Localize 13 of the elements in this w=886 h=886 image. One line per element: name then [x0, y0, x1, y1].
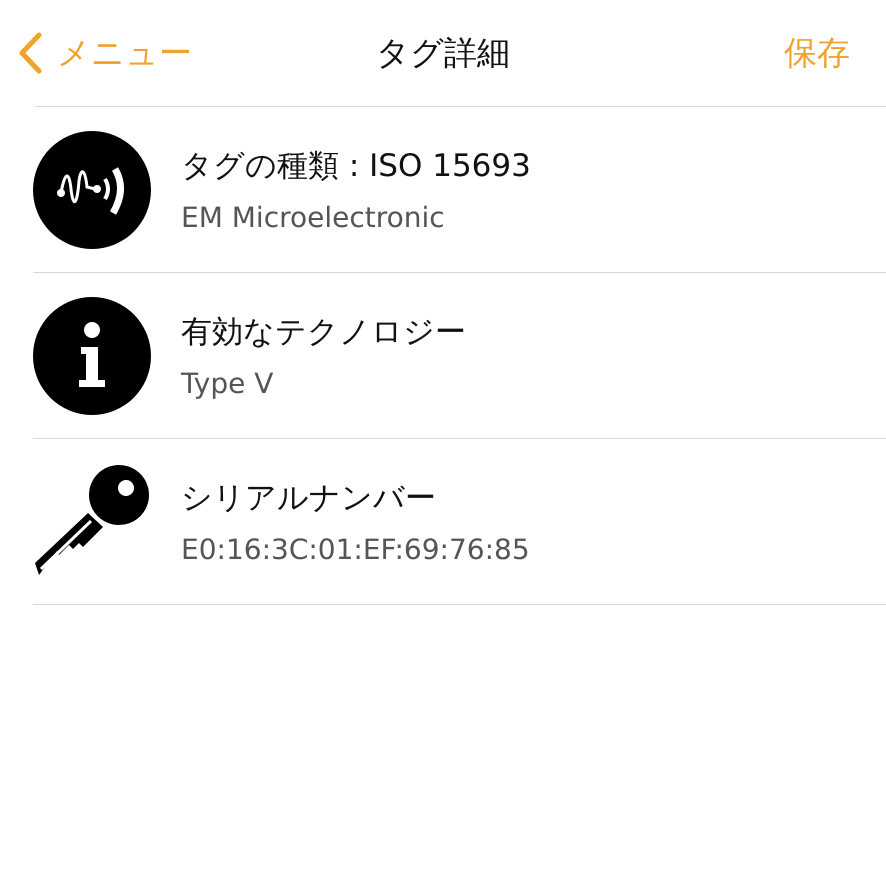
back-chevron-icon	[17, 32, 43, 74]
row-subtitle: E0:16:3C:01:EF:69:76:85	[181, 533, 530, 566]
screen-title: タグ詳細	[376, 32, 510, 74]
row-subtitle: Type V	[181, 367, 274, 400]
row-title: タグの種類 : ISO 15693	[181, 147, 531, 186]
back-button[interactable]: メニュー	[17, 30, 192, 76]
nfc-icon	[33, 130, 151, 248]
row-title: シリアルナンバー	[181, 479, 437, 518]
row-subtitle: EM Microelectronic	[181, 201, 446, 234]
back-label: メニュー	[57, 32, 192, 74]
info-icon	[33, 296, 151, 414]
save-button[interactable]: 保存	[784, 30, 850, 76]
row-title: 有効なテクノロジー	[181, 313, 466, 352]
